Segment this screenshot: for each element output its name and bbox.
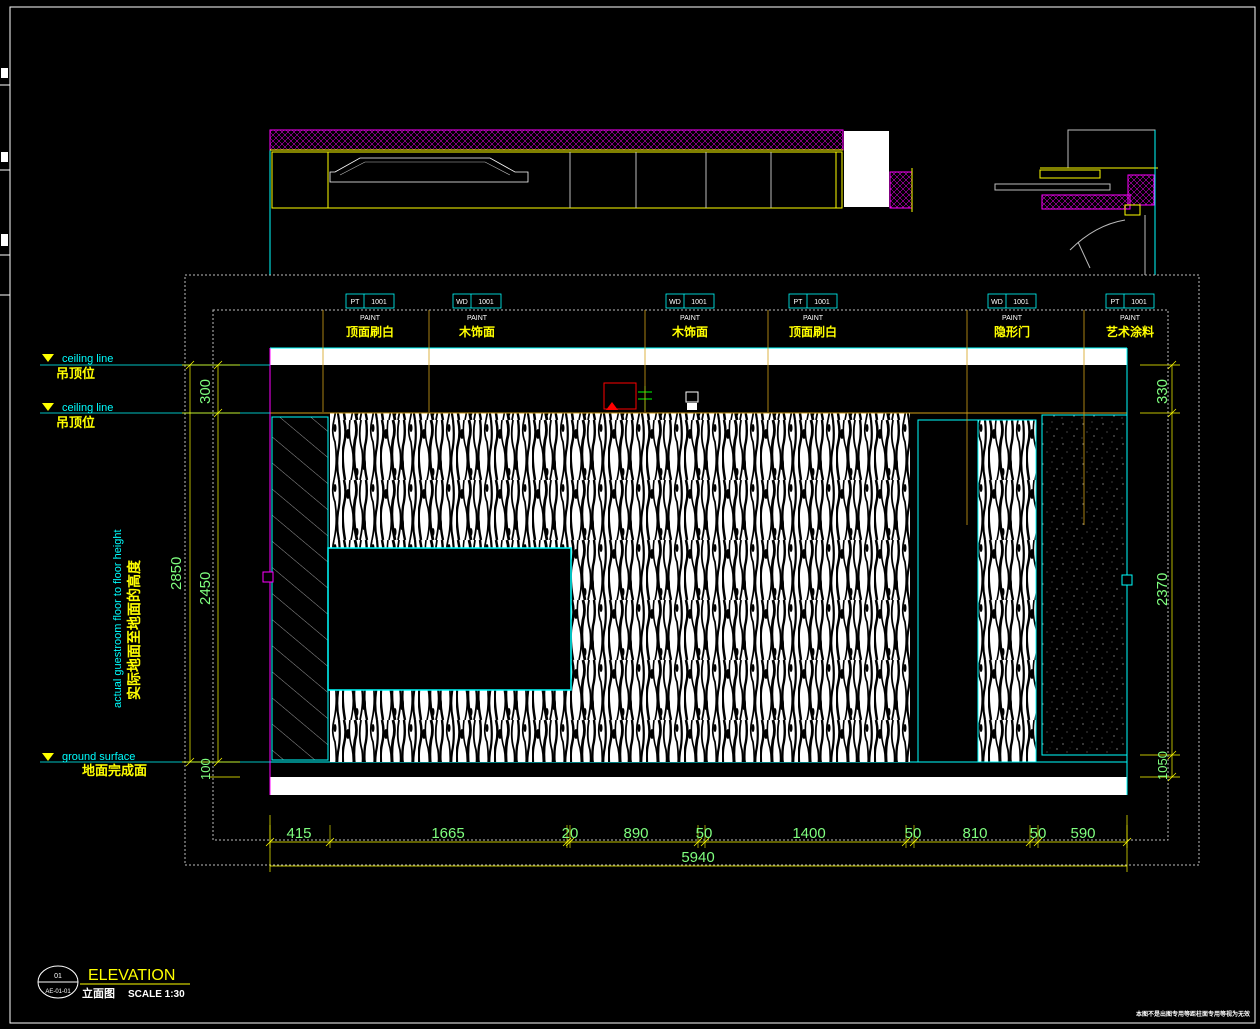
title-sub: 立面图 <box>82 986 115 1000</box>
dim-left-total: 2850 <box>168 557 185 590</box>
tag-code: WD <box>669 299 681 306</box>
dim-bottom-label: 415 <box>286 825 311 842</box>
dim-bottom-label: 50 <box>905 825 922 842</box>
bottom-dimension-labels: 415 1665 20 890 50 1400 50 810 50 590 <box>286 825 1095 842</box>
level-en: ceiling line <box>62 402 113 414</box>
title-block: 01 AE-01-01 ELEVATION 立面图 SCALE 1:30 <box>37 965 190 1000</box>
material-tag: PT 1001 PAINT 顶面刷白 <box>788 293 838 339</box>
tag-sub: PAINT <box>360 315 381 322</box>
title-num: 01 <box>54 973 62 980</box>
tag-desc: 木饰面 <box>458 324 495 339</box>
level-en: ceiling line <box>62 353 113 365</box>
material-tag: WD 1001 PAINT 木饰面 <box>665 293 715 339</box>
tag-number: 1001 <box>371 299 387 306</box>
height-note-en: actual guestroom floor to floor height <box>112 529 124 708</box>
cornice-profile <box>329 157 529 183</box>
left-dimension-lines <box>182 360 240 778</box>
material-tag: PT 1001 PAINT 艺术涂料 <box>1105 293 1155 339</box>
level-marker-ground: ground surface 地面完成面 <box>42 751 147 778</box>
tag-code: PT <box>794 299 804 306</box>
tv-niche <box>327 547 572 691</box>
dim-total: 5940 <box>681 849 714 866</box>
dim-left-middle: 2450 <box>197 572 214 605</box>
level-cn: 吊顶位 <box>56 366 95 381</box>
tag-desc: 木饰面 <box>671 324 708 339</box>
tag-desc: 顶面刷白 <box>346 324 394 339</box>
right-dimension-lines <box>1140 360 1180 782</box>
tag-sub: PAINT <box>1002 315 1023 322</box>
art-paint-panel <box>1041 414 1128 756</box>
title-main: ELEVATION <box>88 967 175 984</box>
elevation-drawing: PT 1001 PAINT 顶面刷白 WD 1001 PAINT 木饰面 WD 1001 PAINT… <box>0 6 1256 1024</box>
dim-right-middle: 2370 <box>1154 573 1171 606</box>
mirror-panel <box>271 416 329 761</box>
tag-desc: 隐形门 <box>994 324 1030 339</box>
material-tag: WD 1001 PAINT 木饰面 <box>452 293 502 339</box>
height-note-cn: 实际地面至地面的高度 <box>126 559 142 700</box>
tag-sub: PAINT <box>1120 315 1141 322</box>
tag-desc: 艺术涂料 <box>1106 324 1154 339</box>
level-triangle-icon <box>42 753 54 761</box>
tag-number: 1001 <box>1013 299 1029 306</box>
footer-note: 本图不是出图专用等距柱面专用等视为无效 <box>1136 1010 1250 1018</box>
level-cn: 吊顶位 <box>56 415 95 430</box>
tag-sub: PAINT <box>467 315 488 322</box>
level-marker-ceiling-2: ceiling line 吊顶位 <box>42 402 113 430</box>
tag-code: WD <box>456 299 468 306</box>
dim-bottom-label: 1665 <box>431 825 464 842</box>
title-scale: SCALE 1:30 <box>128 989 185 1000</box>
white-column <box>844 131 889 207</box>
material-tags: PT 1001 PAINT 顶面刷白 WD 1001 PAINT 木饰面 WD 1001 PAINT… <box>345 293 1155 339</box>
ceiling-band <box>270 348 1127 365</box>
hidden-door <box>917 419 981 763</box>
dim-bottom-label: 50 <box>696 825 713 842</box>
ceiling-section <box>269 129 1158 275</box>
dim-bottom-label: 590 <box>1070 825 1095 842</box>
level-cn: 地面完成面 <box>82 763 147 778</box>
level-triangle-icon <box>42 403 54 411</box>
tag-number: 1001 <box>1131 299 1147 306</box>
wood-door-panel <box>977 419 1037 763</box>
tag-code: WD <box>991 299 1003 306</box>
dim-left-lower: 100 <box>198 758 213 780</box>
tag-number: 1001 <box>814 299 830 306</box>
level-marker-ceiling-1: ceiling line 吊顶位 <box>42 353 113 381</box>
dim-bottom-label: 50 <box>1030 825 1047 842</box>
dim-bottom-label: 1400 <box>792 825 825 842</box>
floor-band <box>270 777 1127 795</box>
sheet-side-marks <box>0 84 10 296</box>
dim-left-upper: 300 <box>197 379 214 404</box>
tag-sub: PAINT <box>803 315 824 322</box>
slab-hatch <box>269 129 844 151</box>
tag-code: PT <box>1111 299 1121 306</box>
tag-code: PT <box>351 299 361 306</box>
dim-bottom-label: 890 <box>623 825 648 842</box>
level-en: ground surface <box>62 751 135 763</box>
ceiling-fixture <box>603 382 699 410</box>
dim-bottom-label: 810 <box>962 825 987 842</box>
tag-desc: 顶面刷白 <box>789 324 837 339</box>
material-tag: WD 1001 PAINT 隐形门 <box>987 293 1037 339</box>
title-ref: AE-01-01 <box>45 989 71 995</box>
dim-bottom-label: 20 <box>562 825 579 842</box>
sheet-side-stamps <box>1 68 8 246</box>
dim-right-upper: 330 <box>1154 379 1171 404</box>
tag-number: 1001 <box>478 299 494 306</box>
tag-number: 1001 <box>691 299 707 306</box>
material-tag: PT 1001 PAINT 顶面刷白 <box>345 293 395 339</box>
tag-sub: PAINT <box>680 315 701 322</box>
level-triangle-icon <box>42 354 54 362</box>
dim-right-lower: 1050 <box>1155 751 1170 780</box>
